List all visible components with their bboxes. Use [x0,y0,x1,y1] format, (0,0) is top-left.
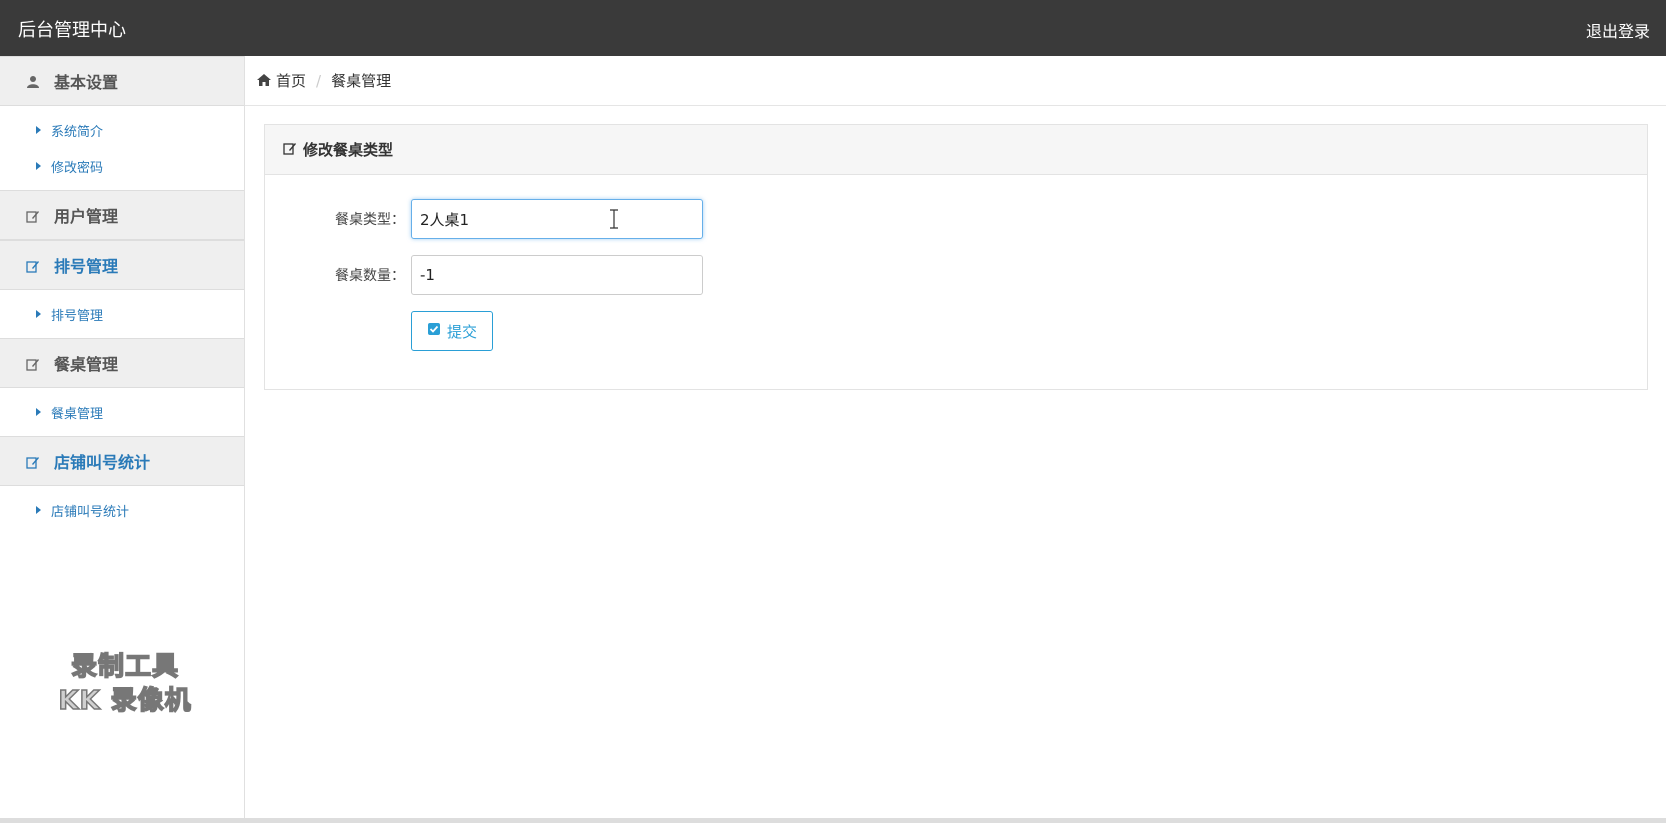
sidebar-sub-list: 排号管理 [0,290,244,338]
panel-header: 修改餐桌类型 [265,125,1647,175]
sidebar-group-basic-settings[interactable]: 基本设置 [0,56,244,106]
table-count-input[interactable] [411,255,703,295]
edit-icon [26,356,40,371]
watermark-line: 录制工具 [70,651,179,683]
check-square-icon [427,322,441,340]
caret-right-icon [36,126,41,134]
sidebar-group-label: 排号管理 [54,257,119,276]
breadcrumb-home-link[interactable]: 首页 [276,70,306,91]
sidebar-group-label: 用户管理 [54,207,119,226]
form-row-table-count: 餐桌数量： [265,255,1647,295]
edit-icon [283,141,297,159]
sidebar-sub-list: 餐桌管理 [0,388,244,436]
sidebar-group-table-management[interactable]: 餐桌管理 [0,338,244,388]
caret-right-icon [36,310,41,318]
panel-title: 修改餐桌类型 [303,141,394,159]
sidebar-group-label: 基本设置 [54,73,119,92]
breadcrumb-current: 餐桌管理 [331,72,392,90]
sidebar-sub-list: 店铺叫号统计 [0,486,244,534]
table-count-label: 餐桌数量： [335,268,405,284]
recorder-watermark: 录制工具 KK 录像机 [40,650,210,718]
edit-icon [26,208,40,223]
home-icon [257,72,271,90]
edit-icon [26,258,40,273]
submit-label: 提交 [446,322,477,341]
sidebar-group-shop-call-stats[interactable]: 店铺叫号统计 [0,436,244,486]
breadcrumb-separator: / [316,71,322,90]
sidebar-item-shop-call-stats[interactable]: 店铺叫号统计 [0,492,244,528]
caret-right-icon [36,408,41,416]
sidebar-item-label: 店铺叫号统计 [51,504,130,520]
sidebar-group-queue-management[interactable]: 排号管理 [0,240,244,290]
sidebar-item-label: 排号管理 [51,308,104,324]
sidebar-sub-list: 系统简介 修改密码 [0,106,244,190]
watermark-line: KK 录像机 [58,685,192,717]
breadcrumb: 首页 / 餐桌管理 [245,56,1666,106]
sidebar-group-label: 店铺叫号统计 [54,453,151,472]
sidebar-item-table-management[interactable]: 餐桌管理 [0,394,244,430]
sidebar-item-label: 修改密码 [51,160,104,176]
logout-link[interactable]: 退出登录 [1586,18,1650,42]
sidebar-item-label: 系统简介 [51,124,104,140]
edit-icon [26,454,40,469]
sidebar-item-queue-management[interactable]: 排号管理 [0,296,244,332]
app-title: 后台管理中心 [18,20,126,41]
table-type-label: 餐桌类型： [335,212,405,228]
sidebar-group-user-management[interactable]: 用户管理 [0,190,244,240]
user-icon [26,74,40,88]
top-navbar: 后台管理中心 退出登录 [0,0,1666,56]
taskbar-edge [0,818,1666,823]
caret-right-icon [36,506,41,514]
sidebar-item-system-intro[interactable]: 系统简介 [0,112,244,148]
edit-table-type-panel: 修改餐桌类型 餐桌类型： 餐桌数量： 提交 [264,124,1648,390]
sidebar-group-label: 餐桌管理 [54,355,119,374]
caret-right-icon [36,162,41,170]
sidebar-item-change-password[interactable]: 修改密码 [0,148,244,184]
sidebar-item-label: 餐桌管理 [51,406,104,422]
submit-button[interactable]: 提交 [411,311,493,351]
form-row-table-type: 餐桌类型： [265,199,1647,239]
table-type-input[interactable] [411,199,703,239]
